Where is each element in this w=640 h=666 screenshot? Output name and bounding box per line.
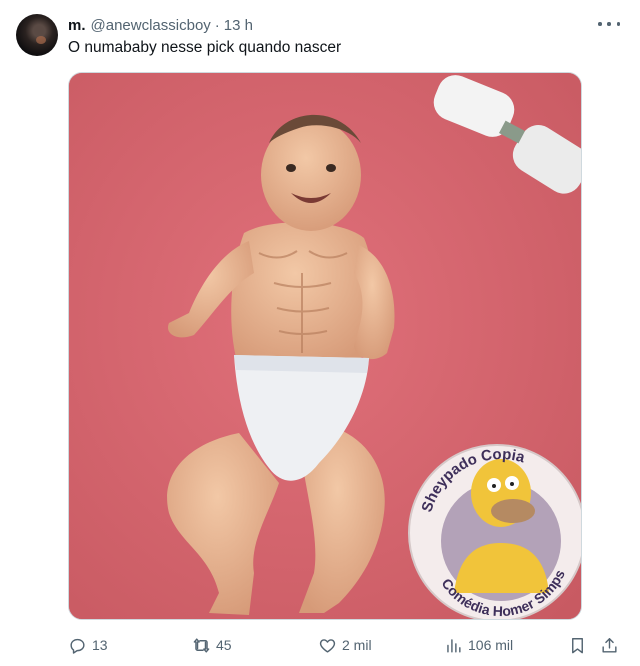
avatar-highlight — [36, 36, 46, 44]
tweet: m. @anewclassicboy · 13 h O numababy nes… — [0, 0, 640, 666]
share-icon — [602, 637, 617, 653]
tweet-actions: 13 45 2 mil 106 mil — [68, 632, 628, 658]
like-count: 2 mil — [342, 637, 372, 653]
bookmark-icon — [572, 637, 583, 653]
avatar[interactable] — [16, 14, 58, 56]
reply-count: 13 — [92, 637, 108, 653]
share-button[interactable] — [600, 632, 619, 658]
tweet-timestamp[interactable]: 13 h — [224, 17, 253, 34]
repost-button[interactable]: 45 — [192, 632, 232, 658]
like-button[interactable]: 2 mil — [318, 632, 372, 658]
tweet-header: m. @anewclassicboy · 13 h — [68, 14, 253, 36]
media-image: Sheypado Copia Comédia Homer Simpson — [69, 73, 581, 619]
views-count: 106 mil — [468, 637, 514, 653]
header-separator: · — [214, 16, 220, 34]
repost-icon — [193, 637, 210, 653]
more-icon[interactable] — [598, 16, 620, 32]
tweet-media[interactable]: Sheypado Copia Comédia Homer Simpson — [68, 72, 582, 620]
reply-button[interactable]: 13 — [68, 632, 108, 658]
reply-icon — [70, 638, 85, 654]
views-icon — [447, 638, 461, 653]
bookmark-button[interactable] — [568, 632, 587, 658]
repost-count: 45 — [216, 637, 232, 653]
tweet-text: O numababy nesse pick quando nascer — [68, 39, 342, 56]
views-button[interactable]: 106 mil — [444, 632, 513, 658]
like-icon — [319, 638, 336, 653]
author-handle[interactable]: @anewclassicboy — [91, 17, 211, 34]
author-name[interactable]: m. — [68, 17, 86, 34]
